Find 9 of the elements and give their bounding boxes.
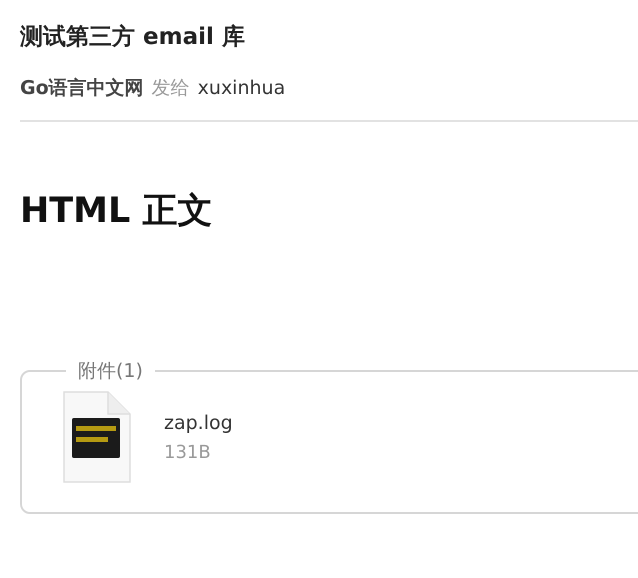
file-size: 131B	[164, 442, 212, 462]
sender-name: Go语言中文网	[20, 76, 144, 100]
attachments-legend: 附件(1)	[66, 358, 155, 384]
recipient-name: xuxinhua	[198, 76, 286, 100]
sent-to-label: 发给	[152, 76, 190, 100]
log-file-icon	[62, 390, 132, 484]
body-heading: HTML 正文	[20, 190, 214, 233]
email-subject: 测试第三方 email 库	[20, 23, 246, 52]
file-name[interactable]: zap.log	[164, 412, 233, 434]
